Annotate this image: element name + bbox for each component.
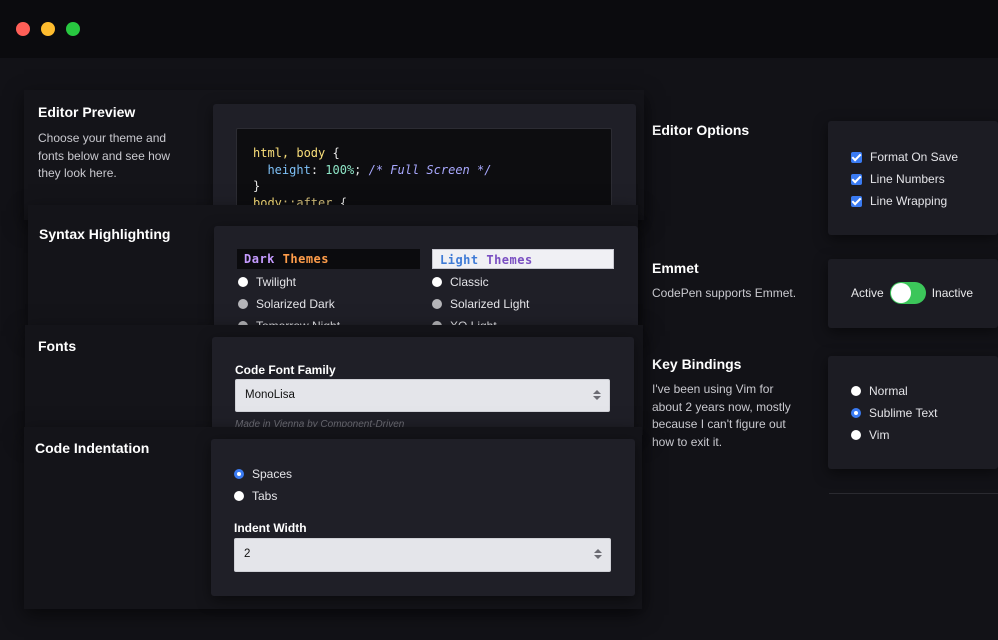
editor-options-panel: Format On Save Line Numbers Line Wrappin… — [828, 121, 998, 235]
editor-preview-panel: html, body { height: 100%; /* Full Scree… — [213, 104, 636, 220]
syntax-highlighting-title: Syntax Highlighting — [39, 226, 171, 242]
code-font-family-label: Code Font Family — [235, 363, 336, 377]
editor-preview-description: Choose your theme and fonts below and se… — [38, 131, 171, 180]
emmet-inactive-label: Inactive — [931, 286, 974, 300]
radio-unselected-icon — [238, 277, 248, 287]
dark-themes-header: Dark Themes — [237, 249, 420, 269]
radio-selected-icon — [851, 408, 861, 418]
select-arrows-icon — [593, 390, 601, 402]
key-bindings-description: I've been using Vim for about 2 years no… — [652, 382, 791, 449]
emmet-description: CodePen supports Emmet. — [652, 286, 797, 300]
select-arrows-icon — [594, 549, 602, 561]
radio-unselected-icon — [432, 277, 442, 287]
radio-unselected-icon — [432, 299, 442, 309]
key-bindings-panel: Normal Sublime Text Vim — [828, 356, 998, 469]
radio-selected-icon — [234, 469, 244, 479]
maximize-window-button[interactable] — [66, 22, 80, 36]
keybinding-normal-radio[interactable]: Normal — [851, 382, 908, 400]
code-indentation-section: Code Indentation Spaces Tabs Indent Widt… — [24, 427, 642, 609]
editor-preview-section: Editor Preview Choose your theme and fon… — [24, 90, 644, 220]
code-font-family-select[interactable]: MonoLisa — [235, 379, 610, 412]
fonts-panel: Code Font Family MonoLisa Made in Vienna… — [212, 337, 634, 435]
emmet-toggle-row: Active Inactive — [851, 282, 973, 304]
syntax-highlighting-panel: Dark Themes Light Themes Twilight Solari… — [214, 226, 638, 330]
window-titlebar — [0, 0, 998, 58]
emmet-panel: Active Inactive — [828, 259, 998, 328]
fonts-section: Fonts Code Font Family MonoLisa Made in … — [25, 325, 643, 435]
emmet-active-label: Active — [851, 286, 884, 300]
theme-solarized-dark-radio[interactable]: Solarized Dark — [238, 295, 335, 313]
code-indentation-panel: Spaces Tabs Indent Width 2 — [211, 439, 635, 596]
code-line-1: html, body { — [253, 146, 340, 160]
section-divider — [829, 493, 998, 494]
light-themes-header: Light Themes — [432, 249, 614, 269]
format-on-save-checkbox[interactable]: Format On Save — [851, 148, 958, 166]
checkbox-checked-icon — [851, 195, 862, 207]
key-bindings-title: Key Bindings — [652, 356, 742, 372]
indent-width-label: Indent Width — [234, 521, 307, 535]
checkbox-checked-icon — [851, 173, 862, 185]
radio-unselected-icon — [234, 491, 244, 501]
emmet-title: Emmet — [652, 260, 699, 276]
fonts-title: Fonts — [38, 338, 77, 354]
radio-unselected-icon — [238, 299, 248, 309]
radio-unselected-icon — [851, 430, 861, 440]
editor-options-title: Editor Options — [652, 122, 750, 138]
theme-classic-radio[interactable]: Classic — [432, 273, 489, 291]
minimize-window-button[interactable] — [41, 22, 55, 36]
keybinding-vim-radio[interactable]: Vim — [851, 426, 889, 444]
close-window-button[interactable] — [16, 22, 30, 36]
indent-tabs-radio[interactable]: Tabs — [234, 487, 277, 505]
radio-unselected-icon — [851, 386, 861, 396]
editor-preview-title: Editor Preview — [38, 104, 136, 120]
theme-solarized-light-radio[interactable]: Solarized Light — [432, 295, 529, 313]
toggle-knob — [890, 283, 911, 303]
code-indentation-title: Code Indentation — [35, 440, 150, 456]
keybinding-sublime-radio[interactable]: Sublime Text — [851, 404, 937, 422]
line-numbers-checkbox[interactable]: Line Numbers — [851, 170, 945, 188]
indent-width-select[interactable]: 2 — [234, 538, 611, 572]
code-line-3: } — [253, 179, 261, 193]
emmet-toggle[interactable] — [889, 282, 926, 304]
code-line-2: height: 100%; /* Full Screen */ — [267, 162, 492, 177]
syntax-highlighting-section: Syntax Highlighting Dark Themes Light Th… — [28, 205, 638, 330]
indent-spaces-radio[interactable]: Spaces — [234, 465, 292, 483]
theme-twilight-radio[interactable]: Twilight — [238, 273, 296, 291]
line-wrapping-checkbox[interactable]: Line Wrapping — [851, 192, 947, 210]
checkbox-checked-icon — [851, 151, 862, 163]
